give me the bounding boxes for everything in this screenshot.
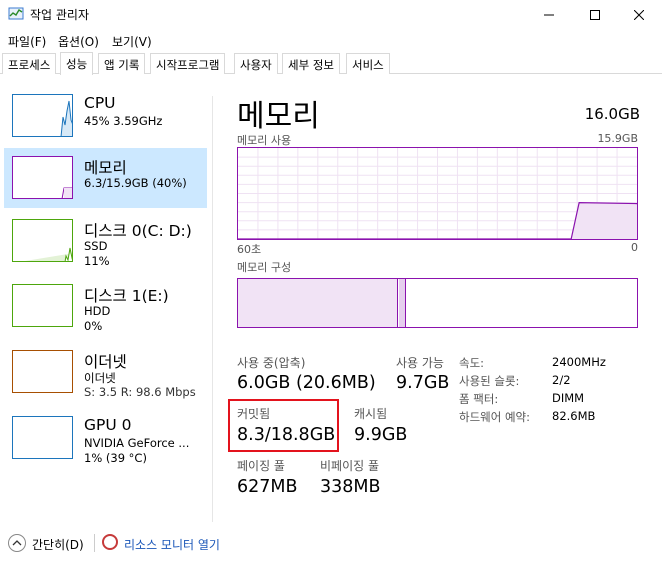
pane-divider[interactable]	[212, 96, 213, 522]
cpu-graph-icon	[12, 94, 73, 137]
sidebar-item-disk1[interactable]: 디스크 1(E:) HDD 0%	[4, 276, 207, 336]
minimize-button[interactable]	[526, 0, 572, 30]
spec-form-factor-key: 폼 팩터:	[459, 392, 499, 406]
menu-bar: 파일(F) 옵션(O) 보기(V)	[0, 30, 662, 52]
nonpaged-pool-value: 338MB	[320, 477, 381, 497]
gpu-graph-icon	[12, 416, 73, 459]
cached-value: 9.9GB	[354, 425, 408, 445]
tab-performance[interactable]: 성능	[60, 52, 94, 75]
sidebar-item-detail: 이더넷	[84, 371, 116, 385]
available-label: 사용 가능	[396, 356, 444, 370]
disk-graph-icon	[12, 284, 73, 327]
spec-slots-value: 2/2	[552, 373, 571, 387]
close-button[interactable]	[616, 0, 662, 30]
menu-options[interactable]: 옵션(O)	[58, 33, 99, 50]
maximize-button[interactable]	[572, 0, 618, 30]
spec-speed-key: 속도:	[459, 356, 485, 370]
sidebar-item-name: 디스크 1(E:)	[84, 287, 169, 305]
maximize-icon	[590, 10, 600, 20]
minimize-icon	[544, 14, 554, 16]
sidebar-item-detail: 11%	[84, 254, 110, 268]
sidebar-item-name: GPU 0	[84, 416, 132, 434]
menu-view[interactable]: 보기(V)	[112, 33, 152, 50]
sidebar-item-disk0[interactable]: 디스크 0(C: D:) SSD 11%	[4, 211, 207, 271]
resource-monitor-icon	[102, 534, 118, 550]
memory-composition-bar	[237, 278, 638, 328]
spec-speed-value: 2400MHz	[552, 355, 606, 369]
usage-graph-max-label: 15.9GB	[597, 132, 638, 145]
in-use-label: 사용 중(압축)	[237, 356, 306, 370]
memory-total: 16.0GB	[584, 105, 640, 123]
window-title: 작업 관리자	[30, 8, 90, 22]
tab-users[interactable]: 사용자	[234, 53, 278, 74]
resource-sidebar: CPU 45% 3.59GHz 메모리 6.3/15.9GB (40%) 디스크…	[0, 86, 210, 526]
page-title: 메모리	[237, 99, 320, 134]
memory-usage-graph	[237, 147, 638, 240]
graph-time-right-label: 0	[631, 241, 638, 254]
spec-slots-key: 사용된 슬롯:	[459, 374, 520, 388]
sidebar-item-gpu[interactable]: GPU 0 NVIDIA GeForce ... 1% (39 °C)	[4, 408, 207, 468]
sidebar-item-detail: 1% (39 °C)	[84, 451, 147, 465]
disk-graph-icon	[12, 219, 73, 262]
tab-app-history[interactable]: 앱 기록	[98, 53, 146, 74]
spec-hw-reserved-value: 82.6MB	[552, 409, 596, 423]
composition-in-use-segment[interactable]	[238, 279, 398, 327]
in-use-value: 6.0GB (20.6MB)	[237, 373, 376, 393]
cached-label: 캐시됨	[354, 407, 388, 421]
sidebar-item-cpu[interactable]: CPU 45% 3.59GHz	[4, 86, 207, 146]
tab-details[interactable]: 세부 정보	[282, 53, 340, 74]
composition-modified-segment[interactable]	[398, 279, 406, 327]
sidebar-item-name: 디스크 0(C: D:)	[84, 222, 192, 240]
tab-services[interactable]: 서비스	[346, 53, 390, 74]
spec-hw-reserved-key: 하드웨어 예약:	[459, 410, 531, 424]
chevron-up-icon[interactable]	[8, 534, 26, 552]
sidebar-item-detail: 45% 3.59GHz	[84, 114, 163, 128]
task-manager-icon	[8, 7, 24, 20]
sidebar-item-detail: NVIDIA GeForce ...	[84, 436, 190, 450]
title-bar: 작업 관리자	[0, 0, 662, 30]
sidebar-item-memory[interactable]: 메모리 6.3/15.9GB (40%)	[4, 148, 207, 208]
tab-processes[interactable]: 프로세스	[2, 53, 57, 74]
sidebar-item-detail: 6.3/15.9GB (40%)	[84, 176, 187, 190]
footer-separator	[94, 534, 95, 552]
graph-time-left-label: 60초	[237, 243, 262, 256]
spec-form-factor-value: DIMM	[552, 391, 585, 405]
paged-pool-value: 627MB	[237, 477, 298, 497]
tab-bar: 프로세스 성능 앱 기록 시작프로그램 사용자 세부 정보 서비스	[0, 52, 662, 75]
menu-file[interactable]: 파일(F)	[8, 33, 46, 50]
sidebar-item-name: 이더넷	[84, 353, 127, 371]
sidebar-item-detail: HDD	[84, 304, 111, 318]
sidebar-item-ethernet[interactable]: 이더넷 이더넷 S: 3.5 R: 98.6 Mbps	[4, 342, 207, 402]
available-value: 9.7GB	[396, 373, 450, 393]
ethernet-graph-icon	[12, 350, 73, 393]
close-icon	[634, 10, 644, 20]
footer-bar: 간단히(D) 리소스 모니터 열기	[0, 528, 662, 558]
committed-highlight-box	[228, 399, 339, 452]
fewer-details-button[interactable]: 간단히(D)	[32, 536, 84, 553]
paged-pool-label: 페이징 풀	[237, 459, 285, 473]
sidebar-item-detail: S: 3.5 R: 98.6 Mbps	[84, 385, 196, 399]
usage-graph-label: 메모리 사용	[237, 134, 292, 147]
open-resource-monitor-link[interactable]: 리소스 모니터 열기	[124, 536, 220, 553]
sidebar-item-name: 메모리	[84, 159, 127, 177]
memory-graph-icon	[12, 156, 73, 199]
tab-startup[interactable]: 시작프로그램	[150, 53, 226, 74]
nonpaged-pool-label: 비페이징 풀	[320, 459, 380, 473]
sidebar-item-name: CPU	[84, 94, 116, 112]
composition-label: 메모리 구성	[237, 261, 292, 274]
sidebar-item-detail: SSD	[84, 239, 108, 253]
sidebar-item-detail: 0%	[84, 319, 103, 333]
